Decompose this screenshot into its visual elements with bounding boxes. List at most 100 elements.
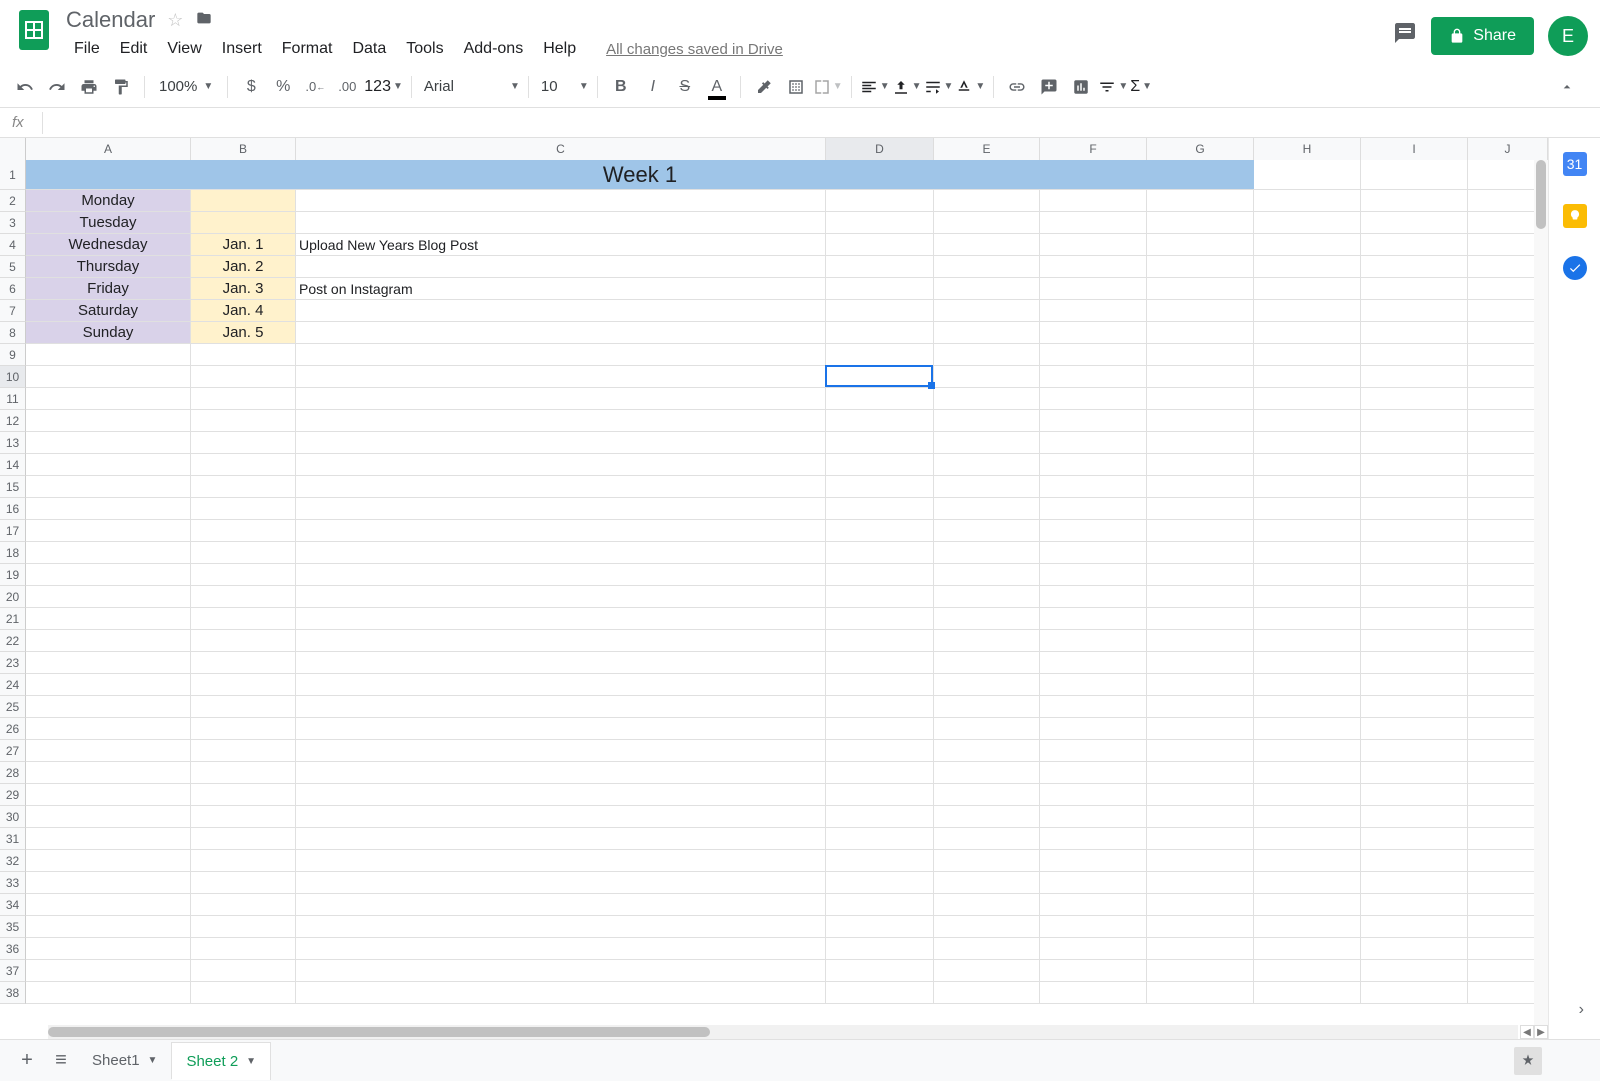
cell[interactable] [296, 784, 826, 806]
cell[interactable] [1040, 366, 1147, 388]
cell[interactable] [826, 850, 934, 872]
cell[interactable] [296, 674, 826, 696]
cell[interactable] [1254, 828, 1361, 850]
cell[interactable] [296, 630, 826, 652]
cell[interactable] [1147, 938, 1254, 960]
cell[interactable] [296, 872, 826, 894]
row-header-10[interactable]: 10 [0, 366, 26, 388]
cell[interactable] [26, 696, 191, 718]
cell[interactable] [191, 894, 296, 916]
cell[interactable] [1147, 608, 1254, 630]
cell[interactable] [26, 916, 191, 938]
cell[interactable] [1361, 498, 1468, 520]
cell[interactable] [1147, 960, 1254, 982]
date-cell[interactable]: Jan. 4 [191, 300, 296, 322]
cell[interactable] [826, 652, 934, 674]
cell[interactable] [934, 278, 1040, 300]
cell[interactable] [26, 784, 191, 806]
cell[interactable] [296, 410, 826, 432]
menu-tools[interactable]: Tools [398, 38, 451, 60]
cell[interactable] [1361, 938, 1468, 960]
cell[interactable] [1040, 256, 1147, 278]
vertical-scrollbar[interactable] [1534, 160, 1548, 1025]
cell[interactable] [26, 344, 191, 366]
row-header-16[interactable]: 16 [0, 498, 26, 520]
cell[interactable] [1254, 432, 1361, 454]
row-header-34[interactable]: 34 [0, 894, 26, 916]
cell[interactable] [1361, 762, 1468, 784]
row-header-1[interactable]: 1 [0, 160, 26, 190]
cell[interactable] [1147, 542, 1254, 564]
cell[interactable] [934, 806, 1040, 828]
italic-button[interactable]: I [638, 72, 668, 102]
cell[interactable] [934, 498, 1040, 520]
cell[interactable] [826, 366, 934, 388]
row-header-32[interactable]: 32 [0, 850, 26, 872]
cell[interactable] [191, 520, 296, 542]
cell[interactable] [1040, 564, 1147, 586]
column-header-D[interactable]: D [826, 138, 934, 160]
day-cell[interactable]: Tuesday [26, 212, 191, 234]
cell[interactable] [826, 388, 934, 410]
cell[interactable] [934, 388, 1040, 410]
cell[interactable] [1040, 190, 1147, 212]
cell[interactable] [1254, 916, 1361, 938]
row-header-37[interactable]: 37 [0, 960, 26, 982]
cell[interactable] [826, 212, 934, 234]
cell[interactable] [1361, 696, 1468, 718]
cell[interactable] [826, 894, 934, 916]
cell[interactable] [1147, 894, 1254, 916]
cell[interactable] [296, 498, 826, 520]
cell[interactable] [1254, 806, 1361, 828]
cell[interactable] [191, 630, 296, 652]
day-cell[interactable]: Monday [26, 190, 191, 212]
cell[interactable] [296, 388, 826, 410]
cell[interactable] [1254, 278, 1361, 300]
row-header-4[interactable]: 4 [0, 234, 26, 256]
task-cell[interactable] [296, 212, 826, 234]
cell[interactable] [26, 410, 191, 432]
cell[interactable] [1147, 828, 1254, 850]
column-header-A[interactable]: A [26, 138, 191, 160]
task-cell[interactable] [296, 256, 826, 278]
cell[interactable] [191, 498, 296, 520]
cell[interactable] [26, 938, 191, 960]
cell[interactable] [296, 564, 826, 586]
day-cell[interactable]: Sunday [26, 322, 191, 344]
row-header-7[interactable]: 7 [0, 300, 26, 322]
cell[interactable] [1254, 652, 1361, 674]
cell[interactable] [1361, 784, 1468, 806]
cell[interactable] [296, 982, 826, 1004]
cell[interactable] [1254, 762, 1361, 784]
cell[interactable] [1361, 850, 1468, 872]
cell[interactable] [191, 982, 296, 1004]
cell[interactable] [826, 762, 934, 784]
cell[interactable] [191, 432, 296, 454]
cell[interactable] [826, 476, 934, 498]
cell[interactable] [26, 630, 191, 652]
cell[interactable] [934, 850, 1040, 872]
menu-help[interactable]: Help [535, 38, 584, 60]
column-header-E[interactable]: E [934, 138, 1040, 160]
cell[interactable] [1361, 828, 1468, 850]
cell[interactable] [1361, 388, 1468, 410]
cell[interactable] [296, 542, 826, 564]
cell[interactable] [1254, 784, 1361, 806]
cell[interactable] [1147, 784, 1254, 806]
cell[interactable] [1254, 256, 1361, 278]
scroll-right-button[interactable]: ▶ [1534, 1025, 1548, 1039]
date-cell[interactable] [191, 212, 296, 234]
cell[interactable] [1147, 388, 1254, 410]
cell[interactable] [826, 586, 934, 608]
redo-button[interactable] [42, 72, 72, 102]
row-header-3[interactable]: 3 [0, 212, 26, 234]
row-header-31[interactable]: 31 [0, 828, 26, 850]
cell[interactable] [26, 828, 191, 850]
cell[interactable] [826, 256, 934, 278]
cell[interactable] [934, 718, 1040, 740]
menu-view[interactable]: View [159, 38, 209, 60]
format-percent-button[interactable]: % [268, 72, 298, 102]
cell[interactable] [826, 542, 934, 564]
cell[interactable] [934, 630, 1040, 652]
cell[interactable] [1040, 982, 1147, 1004]
